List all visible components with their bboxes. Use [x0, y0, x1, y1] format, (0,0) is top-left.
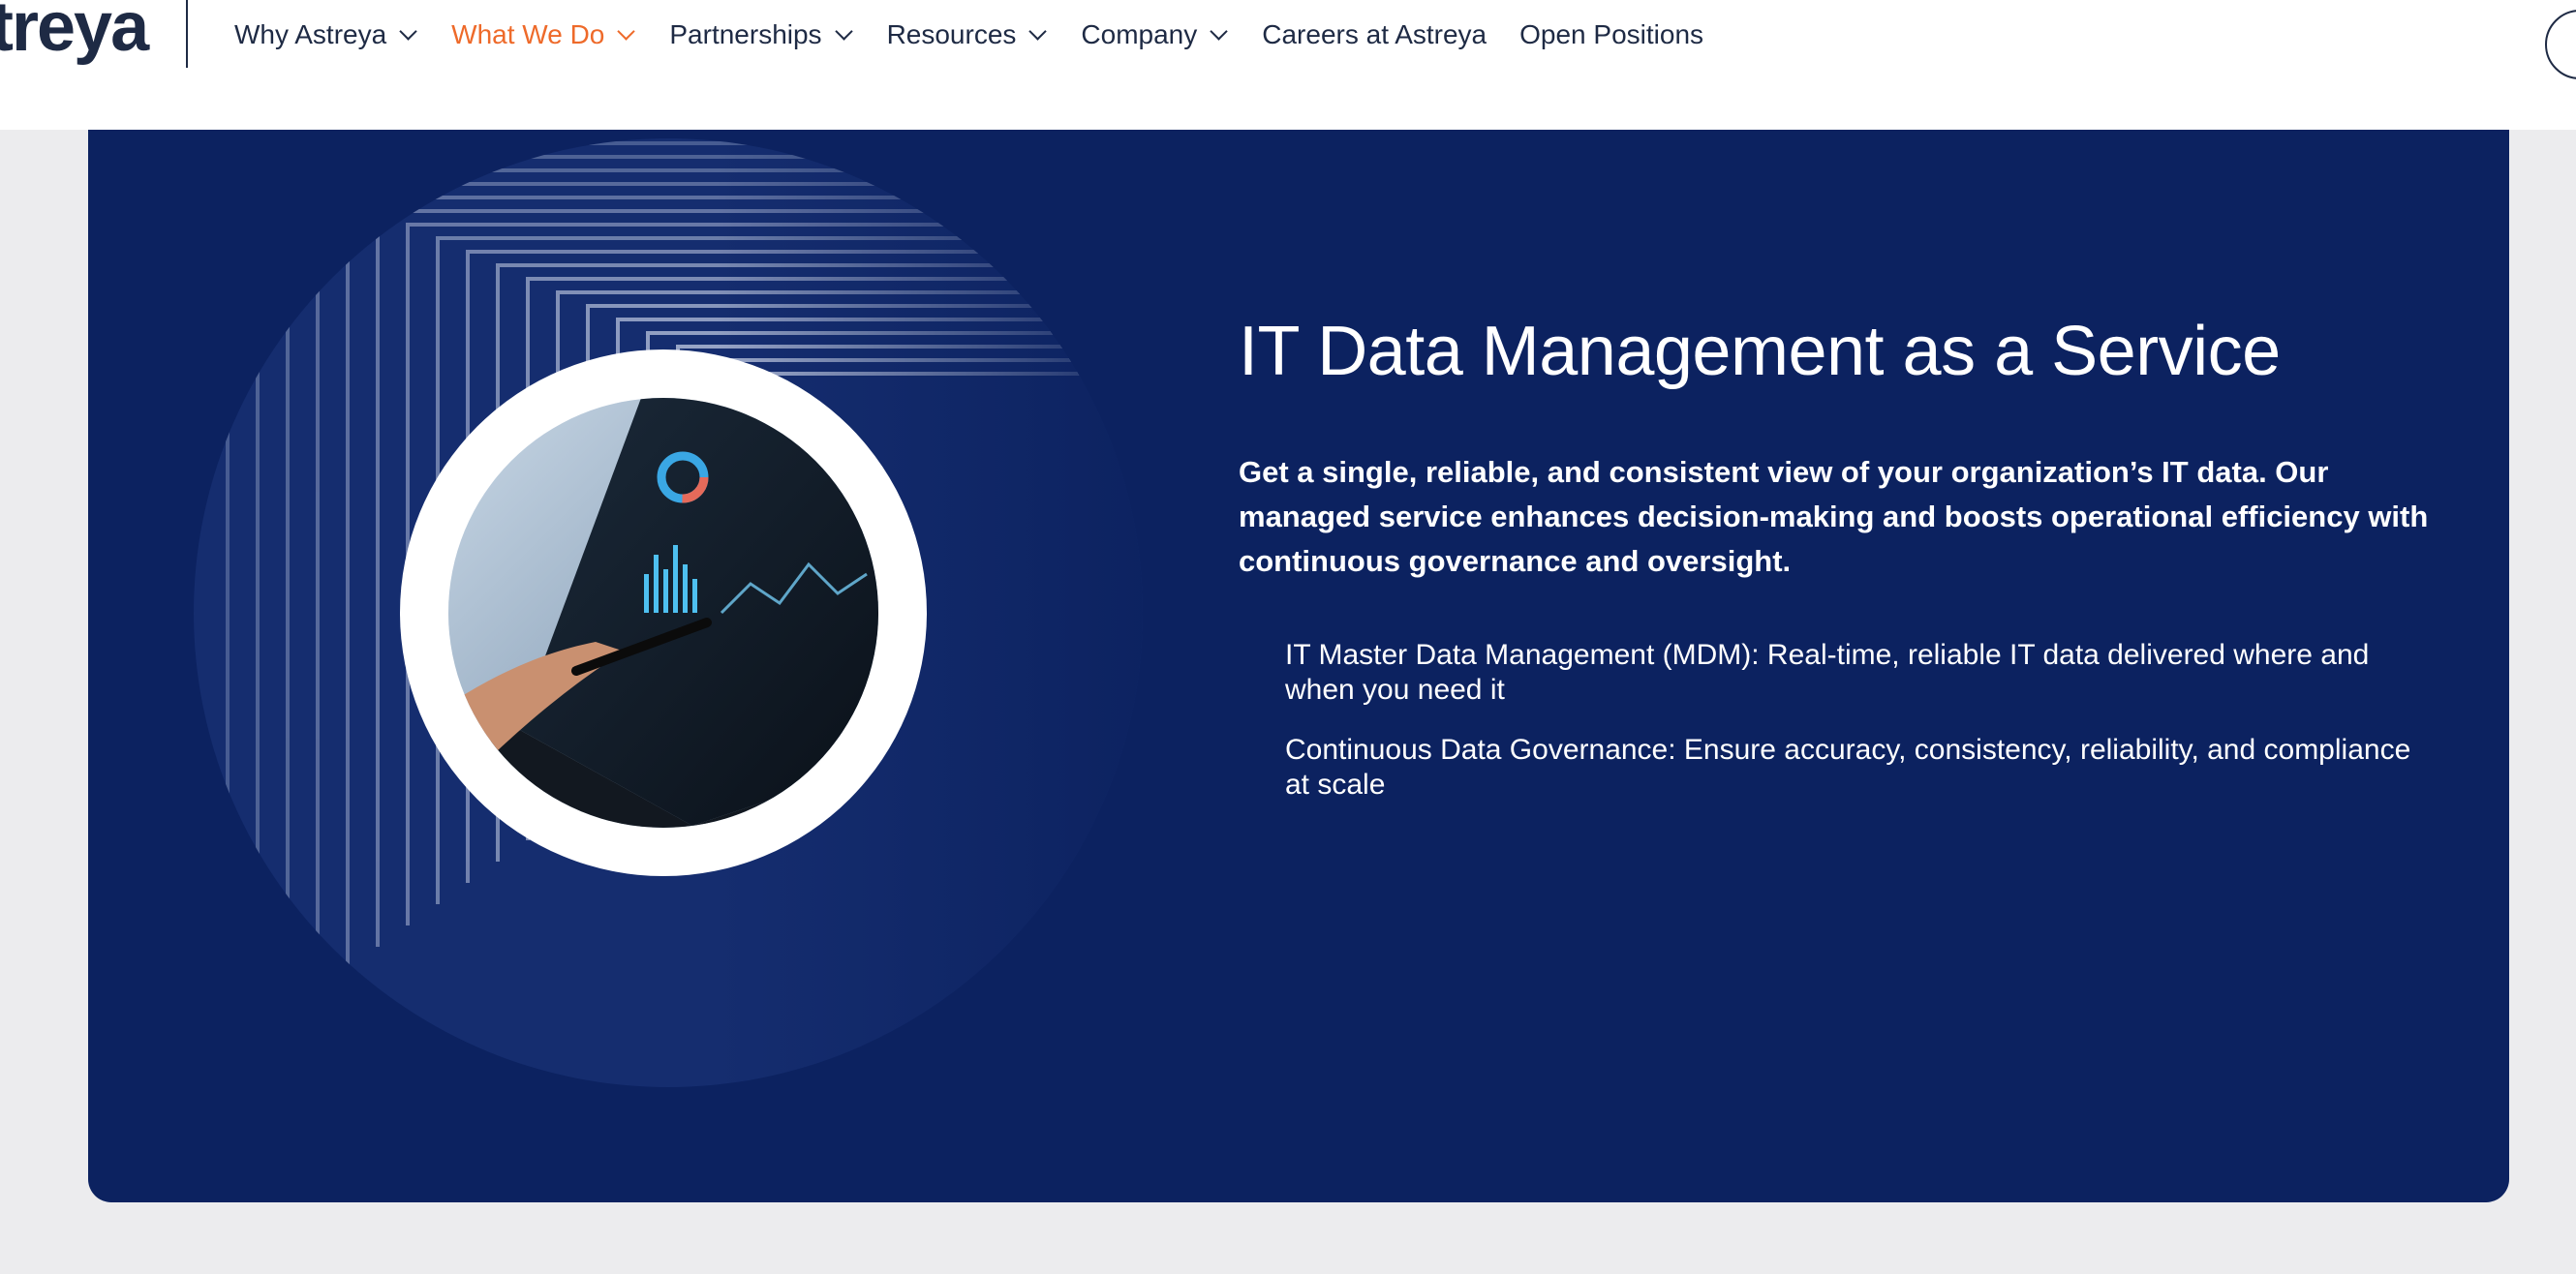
main-nav: Why Astreya What We Do Partnerships Reso… [234, 15, 1736, 54]
hero-content: IT Data Management as a Service Get a si… [1239, 313, 2439, 828]
hero-bullet-list: IT Master Data Management (MDM): Real-ti… [1239, 638, 2439, 803]
nav-open-positions-label: Open Positions [1519, 19, 1704, 49]
chevron-down-icon [834, 21, 853, 41]
hero-illustration [189, 134, 1148, 1092]
nav-what-we-do-label: What We Do [451, 19, 605, 49]
hero-intro: Get a single, reliable, and consistent v… [1239, 455, 2429, 579]
header-action-button[interactable] [2545, 10, 2576, 79]
nav-company[interactable]: Company [1081, 19, 1228, 50]
nav-careers[interactable]: Careers at Astreya [1262, 19, 1487, 50]
chevron-down-icon [1028, 21, 1048, 41]
nav-why-astreya[interactable]: Why Astreya [234, 19, 417, 50]
nav-partnerships-label: Partnerships [669, 19, 822, 49]
chevron-down-icon [1210, 21, 1228, 41]
nav-what-we-do[interactable]: What We Do [451, 19, 636, 50]
chevron-down-icon [617, 21, 636, 41]
hero-section: IT Data Management as a Service Get a si… [88, 130, 2509, 1202]
astreya-logo[interactable]: treya [0, 0, 149, 62]
nav-resources-label: Resources [886, 19, 1017, 49]
nav-partnerships[interactable]: Partnerships [669, 19, 853, 50]
nav-company-label: Company [1081, 19, 1198, 49]
nav-resources[interactable]: Resources [886, 19, 1048, 50]
logo-divider [186, 0, 188, 68]
list-item: Continuous Data Governance: Ensure accur… [1285, 734, 2411, 802]
hero-illustration-graphic [194, 138, 1143, 1087]
site-header: treya Why Astreya What We Do Partnership… [0, 0, 2576, 130]
chevron-down-icon [399, 21, 417, 41]
list-item: IT Master Data Management (MDM): Real-ti… [1285, 639, 2370, 707]
nav-open-positions[interactable]: Open Positions [1519, 19, 1703, 50]
hero-title: IT Data Management as a Service [1239, 313, 2281, 390]
nav-why-astreya-label: Why Astreya [234, 19, 387, 49]
nav-careers-label: Careers at Astreya [1262, 19, 1487, 49]
